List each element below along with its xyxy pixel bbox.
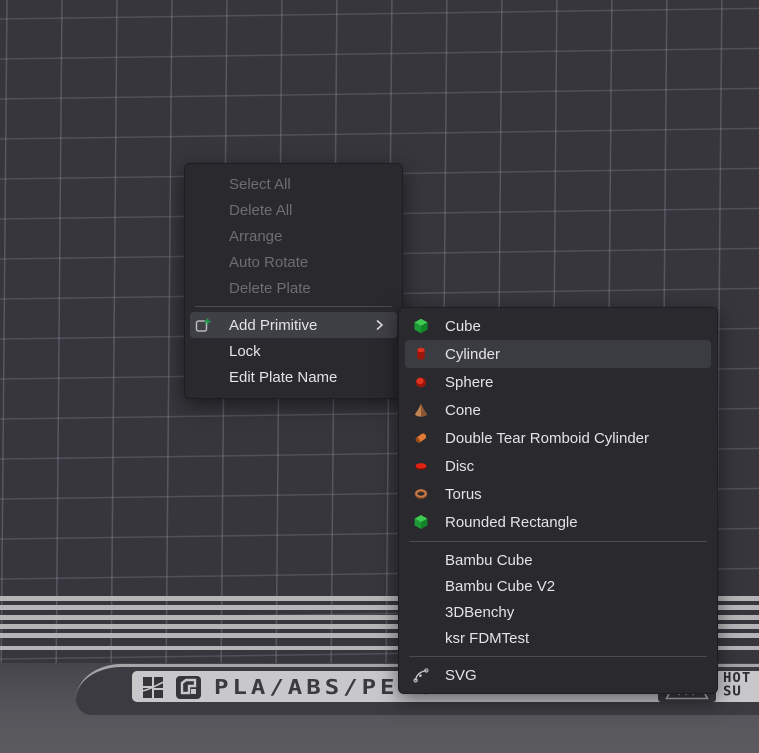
hot-surface-warning-label: HOT SU	[723, 673, 759, 699]
cone-icon	[412, 401, 430, 419]
menu-item-bambu-cube-v2[interactable]: Bambu Cube V2	[405, 573, 711, 599]
sphere-icon	[412, 373, 430, 391]
rounded-rectangle-icon	[412, 513, 430, 531]
menu-item-select-all: Select All	[190, 171, 397, 197]
svg-bezier-icon	[412, 666, 430, 684]
menu-separator	[195, 306, 392, 307]
cylinder-icon	[412, 345, 430, 363]
menu-item-sphere[interactable]: Sphere	[405, 368, 711, 396]
menu-item-label: SVG	[445, 667, 477, 684]
menu-item-label: Delete All	[229, 202, 292, 219]
menu-item-label: Delete Plate	[229, 280, 311, 297]
menu-item-label: Lock	[229, 343, 261, 360]
menu-separator	[409, 656, 707, 657]
menu-item-label: Cone	[445, 402, 481, 419]
menu-item-torus[interactable]: Torus	[405, 480, 711, 508]
menu-item-double-tear-romboid-cylinder[interactable]: Double Tear Romboid Cylinder	[405, 424, 711, 452]
menu-item-label: Rounded Rectangle	[445, 514, 578, 531]
disc-icon	[412, 457, 430, 475]
cube-icon	[412, 317, 430, 335]
menu-item-label: Add Primitive	[229, 317, 317, 334]
menu-item-cone[interactable]: Cone	[405, 396, 711, 424]
menu-item-label: Cube	[445, 318, 481, 335]
menu-item-label: Cylinder	[445, 346, 500, 363]
menu-separator	[409, 541, 707, 542]
menu-item-label: Disc	[445, 458, 474, 475]
add-primitive-submenu: Cube Cylinder Sphere Cone Double Tear Romboi…	[398, 307, 718, 694]
menu-item-rounded-rectangle[interactable]: Rounded Rectangle	[405, 508, 711, 536]
menu-item-arrange: Arrange	[190, 223, 397, 249]
menu-item-3dbenchy[interactable]: 3DBenchy	[405, 599, 711, 625]
menu-item-label: Torus	[445, 486, 482, 503]
menu-item-lock[interactable]: Lock	[190, 338, 397, 364]
menu-item-auto-rotate: Auto Rotate	[190, 249, 397, 275]
menu-item-svg[interactable]: SVG	[405, 662, 711, 688]
menu-item-label: Sphere	[445, 374, 493, 391]
bambu-logo-icon	[141, 674, 167, 700]
hot-surface-line2: SU	[723, 686, 759, 699]
menu-item-edit-plate-name[interactable]: Edit Plate Name	[190, 364, 397, 390]
menu-item-add-primitive[interactable]: Add Primitive	[190, 312, 397, 338]
menu-item-delete-all: Delete All	[190, 197, 397, 223]
torus-icon	[412, 485, 430, 503]
menu-item-disc[interactable]: Disc	[405, 452, 711, 480]
plate-context-menu: Select All Delete All Arrange Auto Rotate De…	[184, 163, 403, 399]
menu-item-label: 3DBenchy	[445, 604, 514, 621]
menu-item-label: Arrange	[229, 228, 282, 245]
menu-item-label: Bambu Cube V2	[445, 578, 555, 595]
menu-item-label: ksr FDMTest	[445, 630, 529, 647]
menu-item-bambu-cube[interactable]: Bambu Cube	[405, 547, 711, 573]
menu-item-label: Edit Plate Name	[229, 369, 337, 386]
menu-item-ksr-fdmtest[interactable]: ksr FDMTest	[405, 625, 711, 651]
add-primitive-icon	[194, 316, 212, 334]
menu-item-delete-plate: Delete Plate	[190, 275, 397, 301]
menu-item-label: Double Tear Romboid Cylinder	[445, 430, 649, 447]
menu-item-label: Auto Rotate	[229, 254, 308, 271]
menu-item-cylinder[interactable]: Cylinder	[405, 340, 711, 368]
slicer-3d-viewport: PLA/ABS/PETG HOT SU Select AllDelete All…	[0, 0, 759, 753]
menu-item-cube[interactable]: Cube	[405, 312, 711, 340]
menu-item-label: Select All	[229, 176, 291, 193]
printer-logo-icon	[175, 674, 202, 700]
chevron-right-icon	[371, 317, 387, 333]
menu-item-label: Bambu Cube	[445, 552, 533, 569]
double-tear-romboid-cylinder-icon	[412, 429, 430, 447]
